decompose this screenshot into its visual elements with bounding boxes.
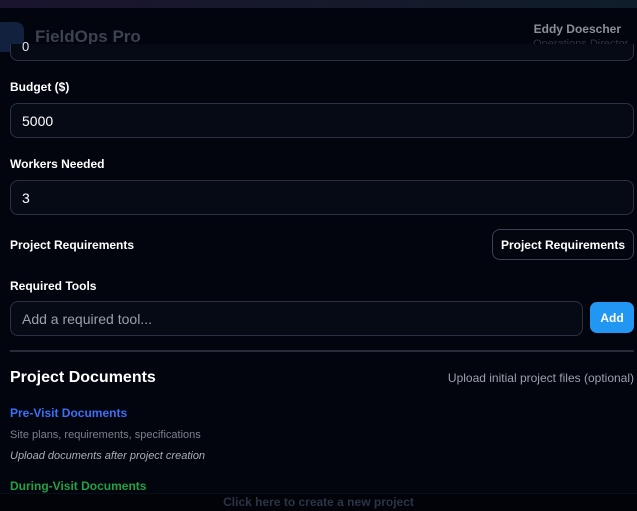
budget-input[interactable]: 5000	[10, 103, 634, 138]
workers-needed-label: Workers Needed	[10, 157, 105, 171]
budget-label: Budget ($)	[10, 80, 70, 94]
section-divider	[10, 350, 634, 352]
during-visit-documents-heading: During-Visit Documents	[10, 479, 147, 493]
previous-field-input[interactable]: 0	[10, 39, 634, 61]
project-requirements-button[interactable]: Project Requirements	[492, 229, 634, 260]
required-tool-input[interactable]: Add a required tool...	[10, 301, 583, 336]
user-name[interactable]: Eddy Doescher	[534, 22, 621, 36]
project-documents-title: Project Documents	[10, 369, 156, 386]
required-tools-label: Required Tools	[10, 279, 97, 293]
pre-visit-documents-description: Site plans, requirements, specifications	[10, 429, 201, 441]
add-tool-button[interactable]: Add	[590, 302, 634, 333]
pre-visit-documents-heading: Pre-Visit Documents	[10, 406, 128, 420]
project-documents-subtitle: Upload initial project files (optional)	[447, 371, 634, 385]
workers-needed-input[interactable]: 3	[10, 180, 634, 215]
bottom-bar: Click here to create a new project	[0, 493, 637, 511]
project-requirements-label: Project Requirements	[10, 238, 135, 252]
create-project-link[interactable]: Click here to create a new project	[0, 495, 637, 509]
top-gradient-strip	[0, 0, 637, 8]
app-header: FieldOps Pro Eddy Doescher Operations Di…	[0, 8, 637, 52]
pre-visit-documents-note: Upload documents after project creation	[10, 450, 206, 462]
page: FieldOps Pro Eddy Doescher Operations Di…	[0, 0, 637, 511]
previous-field-value: 0	[22, 39, 30, 54]
